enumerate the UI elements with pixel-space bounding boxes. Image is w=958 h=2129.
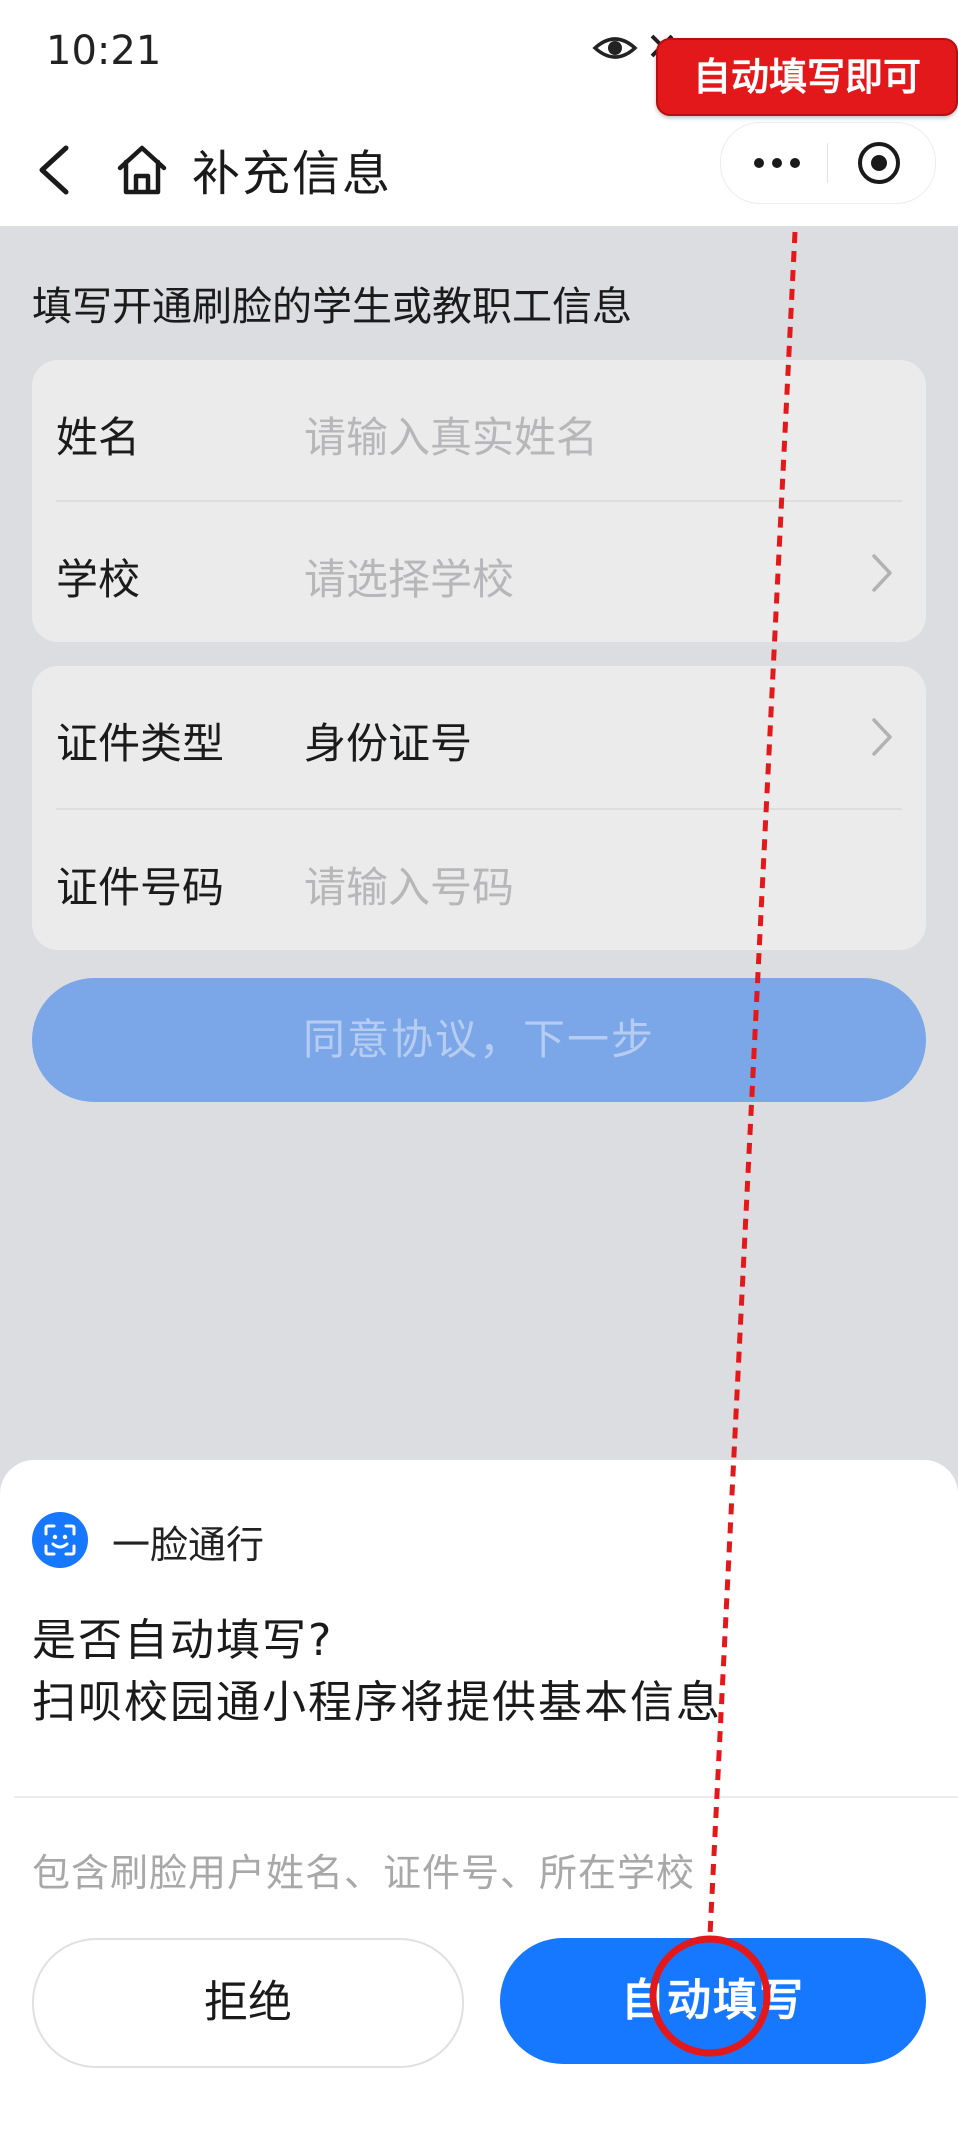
info-note: 包含刷脸用户姓名、证件号、所在学校: [32, 1851, 696, 1895]
chevron-right-icon: [872, 554, 892, 592]
id-number-row[interactable]: 证件号码 请输入号码: [32, 810, 926, 950]
eye-icon: [592, 37, 638, 59]
school-row[interactable]: 学校 请选择学校: [32, 502, 926, 642]
reject-button[interactable]: 拒绝: [32, 1938, 464, 2068]
id-number-label: 证件号码: [56, 863, 225, 912]
back-icon[interactable]: [30, 140, 82, 200]
close-target-icon[interactable]: [855, 139, 903, 187]
school-label: 学校: [56, 555, 141, 604]
id-type-select[interactable]: 身份证号: [304, 710, 472, 771]
status-time: 10:21: [46, 28, 162, 74]
personal-info-card: 姓名 请输入真实姓名 学校 请选择学校: [32, 360, 926, 642]
agree-next-button[interactable]: 同意协议，下一步: [32, 978, 926, 1102]
auto-fill-question: 是否自动填写? 扫呗校园通小程序将提供基本信息: [32, 1610, 722, 1734]
app-name: 一脸通行: [112, 1523, 265, 1567]
id-type-label: 证件类型: [56, 719, 225, 768]
question-line-2: 扫呗校园通小程序将提供基本信息: [32, 1677, 722, 1728]
id-number-input[interactable]: 请输入号码: [304, 854, 514, 915]
auto-fill-sheet: 一脸通行 是否自动填写? 扫呗校园通小程序将提供基本信息 包含刷脸用户姓名、证件…: [0, 1460, 958, 2129]
sheet-divider: [14, 1796, 958, 1798]
capsule-divider: [827, 143, 828, 183]
name-row[interactable]: 姓名 请输入真实姓名: [32, 360, 926, 500]
more-icon[interactable]: [749, 143, 805, 183]
chevron-right-icon: [872, 718, 892, 756]
id-type-row[interactable]: 证件类型 身份证号: [32, 666, 926, 806]
name-label: 姓名: [56, 413, 141, 462]
auto-fill-button[interactable]: 自动填写: [500, 1938, 926, 2064]
question-line-1: 是否自动填写?: [32, 1615, 334, 1666]
name-input[interactable]: 请输入真实姓名: [304, 404, 598, 465]
mini-program-capsule: [720, 122, 936, 204]
home-icon[interactable]: [114, 140, 170, 200]
page-title: 补充信息: [192, 146, 393, 202]
form-hint: 填写开通刷脸的学生或教职工信息: [32, 284, 632, 330]
nav-bar: 补充信息: [0, 110, 958, 226]
face-scan-icon: [32, 1512, 88, 1568]
annotation-badge: 自动填写即可: [656, 38, 958, 116]
id-info-card: 证件类型 身份证号 证件号码 请输入号码: [32, 666, 926, 950]
school-select[interactable]: 请选择学校: [304, 546, 514, 607]
